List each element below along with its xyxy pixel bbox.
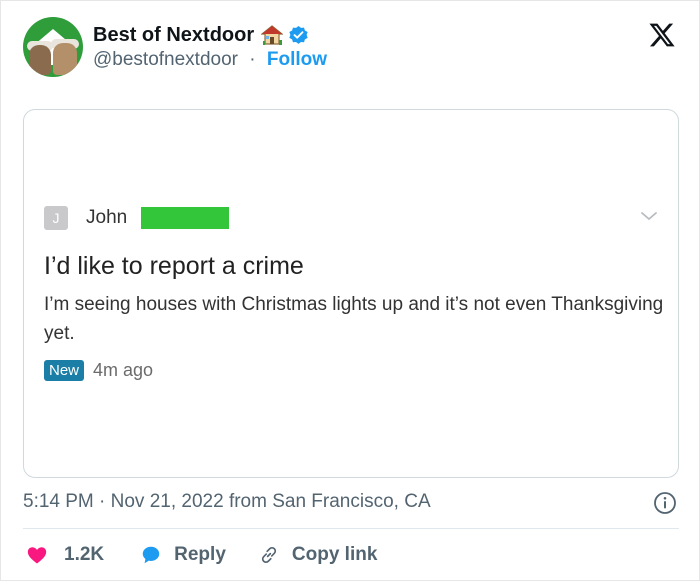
post-title: I’d like to report a crime — [44, 252, 304, 280]
divider — [23, 528, 679, 529]
copy-link-button[interactable]: Copy link — [258, 544, 378, 566]
chevron-down-icon — [641, 212, 657, 221]
copy-link-label: Copy link — [291, 544, 378, 565]
reply-label: Reply — [174, 544, 226, 565]
reply-button[interactable]: Reply — [140, 544, 226, 566]
like-count: 1.2K — [64, 544, 105, 565]
info-icon[interactable] — [653, 491, 677, 515]
author-initial-avatar: J — [44, 206, 68, 230]
redaction-bar — [141, 207, 230, 229]
handle[interactable]: @bestofnextdoor — [93, 49, 238, 70]
post-author: J John — [44, 206, 230, 230]
tweet-header: Best of Nextdoor @bestofnextdoor · Follo… — [23, 15, 683, 77]
name-row: Best of Nextdoor — [93, 23, 309, 47]
handle-row: @bestofnextdoor · Follow — [93, 49, 327, 71]
link-icon — [261, 546, 276, 564]
house-icon — [261, 25, 284, 45]
avatar-face-left — [29, 45, 51, 75]
reply-bubble-icon — [142, 546, 160, 564]
handle-separator: · — [249, 49, 256, 70]
display-name[interactable]: Best of Nextdoor — [93, 24, 254, 47]
post-body: I’m seeing houses with Christmas lights … — [44, 294, 664, 344]
post-author-name: John — [86, 207, 128, 228]
verified-badge-icon — [289, 25, 308, 44]
tweet-timestamp[interactable]: 5:14 PM · Nov 21, 2022 from San Francisc… — [23, 491, 431, 513]
new-badge: New — [44, 360, 85, 381]
tweet-embed: Best of Nextdoor @bestofnextdoor · Follo… — [0, 0, 700, 581]
follow-button[interactable]: Follow — [267, 49, 327, 70]
action-bar: 1.2K Reply Copy link — [26, 541, 377, 569]
post-time-ago: 4m ago — [93, 360, 154, 380]
avatar-face-right — [53, 43, 77, 75]
avatar[interactable] — [23, 17, 83, 77]
embedded-post-card[interactable]: J John I’d like to report a crime I’m se… — [23, 109, 679, 478]
heart-icon — [27, 547, 47, 564]
x-logo-icon[interactable] — [648, 21, 676, 49]
post-meta: New 4m ago — [44, 360, 153, 381]
like-button[interactable]: 1.2K — [26, 544, 104, 566]
